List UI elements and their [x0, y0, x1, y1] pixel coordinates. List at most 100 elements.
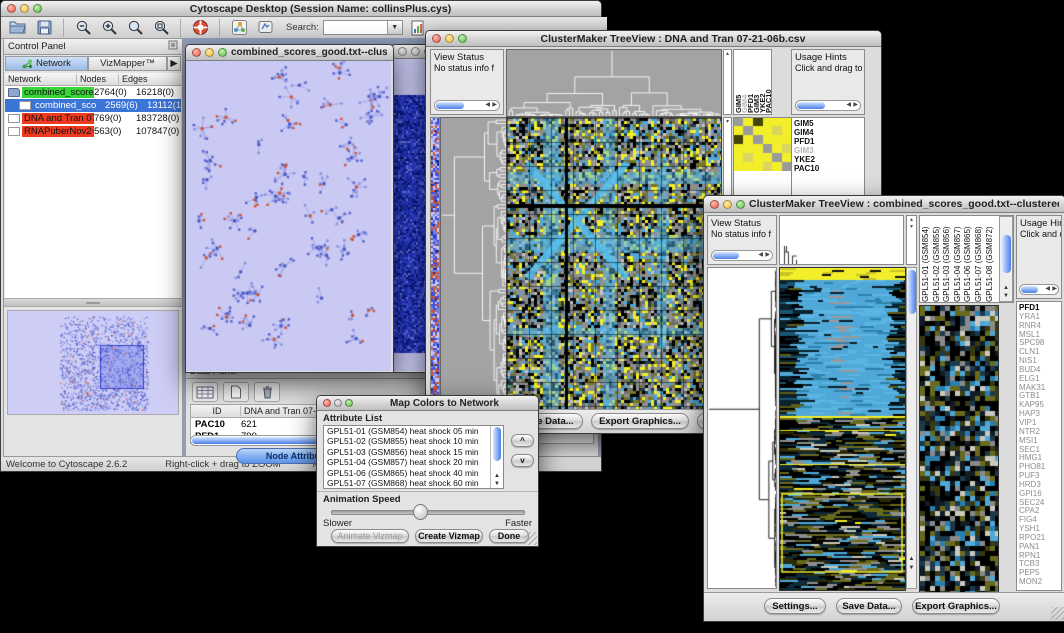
- export-graphics-button[interactable]: Export Graphics...: [912, 598, 1000, 614]
- network-canvas[interactable]: [186, 61, 391, 371]
- tab-overflow-arrow[interactable]: ▶: [167, 56, 181, 71]
- speed-slider-track[interactable]: [331, 510, 525, 515]
- tab-vizmapper[interactable]: VizMapper™: [88, 56, 167, 71]
- gene-label[interactable]: YKE2: [792, 155, 864, 164]
- column-label[interactable]: PAC10: [765, 51, 771, 113]
- minimize-button[interactable]: [20, 4, 29, 13]
- network-view-titlebar[interactable]: combined_scores_good.txt--cluste...: [186, 45, 393, 61]
- tab-network[interactable]: Network: [5, 56, 88, 71]
- minimize-button[interactable]: [411, 47, 420, 56]
- minimize-button[interactable]: [205, 48, 214, 57]
- maximize-button[interactable]: [33, 4, 42, 13]
- create-vizmap-button[interactable]: Create Vizmap: [415, 529, 483, 543]
- minimize-button[interactable]: [723, 200, 732, 209]
- network-tree-row[interactable]: combined_scores 2764(0) 16218(0): [5, 86, 181, 99]
- tv1-status-hscrollbar[interactable]: ◀▶: [434, 100, 500, 111]
- column-label[interactable]: GPL51-08 (GSM872): [986, 217, 997, 302]
- tv1-mini-strip[interactable]: [430, 117, 440, 410]
- maximize-button[interactable]: [345, 399, 353, 407]
- float-panel-icon[interactable]: [168, 40, 178, 53]
- tv2-usage-hscrollbar[interactable]: ◀▶: [1019, 284, 1059, 295]
- minimize-button[interactable]: [445, 34, 454, 43]
- network-tree-row[interactable]: RNAPuberNov2+ 563(0) 107847(0): [5, 125, 181, 138]
- attribute-item[interactable]: GPL51-02 (GSM855) heat shock 10 min: [324, 436, 503, 446]
- done-button[interactable]: Done: [489, 529, 529, 543]
- move-down-button[interactable]: v: [511, 454, 534, 467]
- attribute-table-icon[interactable]: [192, 382, 218, 402]
- tv1-column-dendrogram[interactable]: [506, 49, 722, 117]
- tv2-gene-dendrogram-area[interactable]: [707, 267, 777, 589]
- tv2-status-hscrollbar[interactable]: ◀▶: [711, 250, 773, 261]
- gene-label[interactable]: PFD1: [792, 137, 864, 146]
- minimize-button[interactable]: [334, 399, 342, 407]
- column-label[interactable]: GPL51-01 (GSM854): [922, 217, 933, 302]
- network-tree-row[interactable]: combined_sco 2569(6) 13112(15): [5, 99, 181, 112]
- tv2-column-dendrogram-area[interactable]: [779, 215, 904, 265]
- settings-button[interactable]: Settings...: [764, 598, 826, 614]
- tv1-column-strip[interactable]: ▴: [723, 49, 732, 115]
- tv2-heatmap-vscrollbar[interactable]: ▲▼: [906, 267, 917, 589]
- close-button[interactable]: [7, 4, 16, 13]
- maximize-button[interactable]: [458, 34, 467, 43]
- close-button[interactable]: [398, 47, 407, 56]
- treeview1-titlebar[interactable]: ClusterMaker TreeView : DNA and Tran 07-…: [426, 31, 881, 47]
- gene-label[interactable]: GIM3: [792, 146, 864, 155]
- tv2-zoom-heatmap-canvas[interactable]: [919, 305, 999, 593]
- col-network[interactable]: Network: [5, 74, 77, 84]
- attribute-item[interactable]: GPL51-06 (GSM865) heat shock 40 min: [324, 468, 503, 478]
- tv1-usage-hscrollbar[interactable]: ◀▶: [795, 100, 861, 111]
- panel-splitter[interactable]: [4, 298, 182, 307]
- gene-label[interactable]: GIM4: [792, 128, 864, 137]
- zoom-in-button[interactable]: [98, 18, 120, 38]
- zoom-out-button[interactable]: [72, 18, 94, 38]
- tv2-top-strip[interactable]: ▴▾: [906, 215, 917, 265]
- close-button[interactable]: [710, 200, 719, 209]
- tv1-heatmap-canvas[interactable]: [506, 117, 722, 410]
- tv1-zoom-matrix-canvas[interactable]: [734, 118, 792, 171]
- gene-label[interactable]: MON2: [1017, 578, 1061, 587]
- open-session-button[interactable]: [7, 18, 29, 38]
- gene-label[interactable]: PAC10: [792, 164, 864, 173]
- tv1-gene-dendrogram[interactable]: [440, 117, 507, 410]
- attribute-item[interactable]: GPL51-04 (GSM857) heat shock 20 min: [324, 457, 503, 467]
- resize-grip[interactable]: [524, 532, 537, 545]
- delete-attribute-icon[interactable]: [254, 382, 280, 402]
- maximize-button[interactable]: [218, 48, 227, 57]
- network-layout-button[interactable]: [228, 18, 250, 38]
- search-dropdown-arrow[interactable]: ▼: [387, 21, 402, 34]
- tv2-heatmap-canvas[interactable]: [779, 267, 906, 591]
- network-overview-canvas[interactable]: [7, 310, 179, 415]
- close-button[interactable]: [323, 399, 331, 407]
- attribute-item[interactable]: GPL51-03 (GSM856) heat shock 15 min: [324, 447, 503, 457]
- annotation-button[interactable]: [254, 18, 276, 38]
- export-graphics-button[interactable]: Export Graphics...: [591, 413, 689, 429]
- col-edges[interactable]: Edges: [119, 74, 181, 84]
- zoom-selected-button[interactable]: [150, 18, 172, 38]
- column-label[interactable]: GPL51-07 (GSM868): [975, 217, 986, 302]
- attribute-list-scrollbar[interactable]: ▲▼: [490, 426, 503, 488]
- save-data-button[interactable]: Save Data...: [836, 598, 902, 614]
- search-input[interactable]: ▼: [323, 20, 403, 35]
- tv2-column-scrollbar[interactable]: ▲▼: [999, 216, 1013, 302]
- save-session-button[interactable]: [33, 18, 55, 38]
- zoom-fit-button[interactable]: [124, 18, 146, 38]
- move-up-button[interactable]: ^: [511, 434, 534, 447]
- col-id[interactable]: ID: [191, 406, 241, 416]
- close-button[interactable]: [192, 48, 201, 57]
- treeview2-titlebar[interactable]: ClusterMaker TreeView : combined_scores_…: [704, 196, 1064, 213]
- speed-slider-thumb[interactable]: [413, 504, 428, 520]
- gene-label[interactable]: GIM5: [792, 119, 864, 128]
- attribute-item[interactable]: GPL51-01 (GSM854) heat shock 05 min: [324, 426, 503, 436]
- col-nodes[interactable]: Nodes: [77, 74, 119, 84]
- help-button[interactable]: [189, 18, 211, 38]
- maximize-button[interactable]: [736, 200, 745, 209]
- dialog-titlebar[interactable]: Map Colors to Network: [317, 396, 538, 411]
- animate-vizmap-button[interactable]: Animate Vizmap: [331, 529, 409, 543]
- resize-grip[interactable]: [1051, 607, 1064, 620]
- attribute-item[interactable]: GPL51-07 (GSM868) heat shock 60 min: [324, 478, 503, 488]
- new-attribute-icon[interactable]: [223, 382, 249, 402]
- close-button[interactable]: [432, 34, 441, 43]
- network-tree-row[interactable]: DNA and Tran 07 769(0) 183728(0): [5, 112, 181, 125]
- attribute-listbox[interactable]: GPL51-01 (GSM854) heat shock 05 minGPL51…: [323, 425, 504, 489]
- main-titlebar[interactable]: Cytoscape Desktop (Session Name: collins…: [1, 1, 601, 17]
